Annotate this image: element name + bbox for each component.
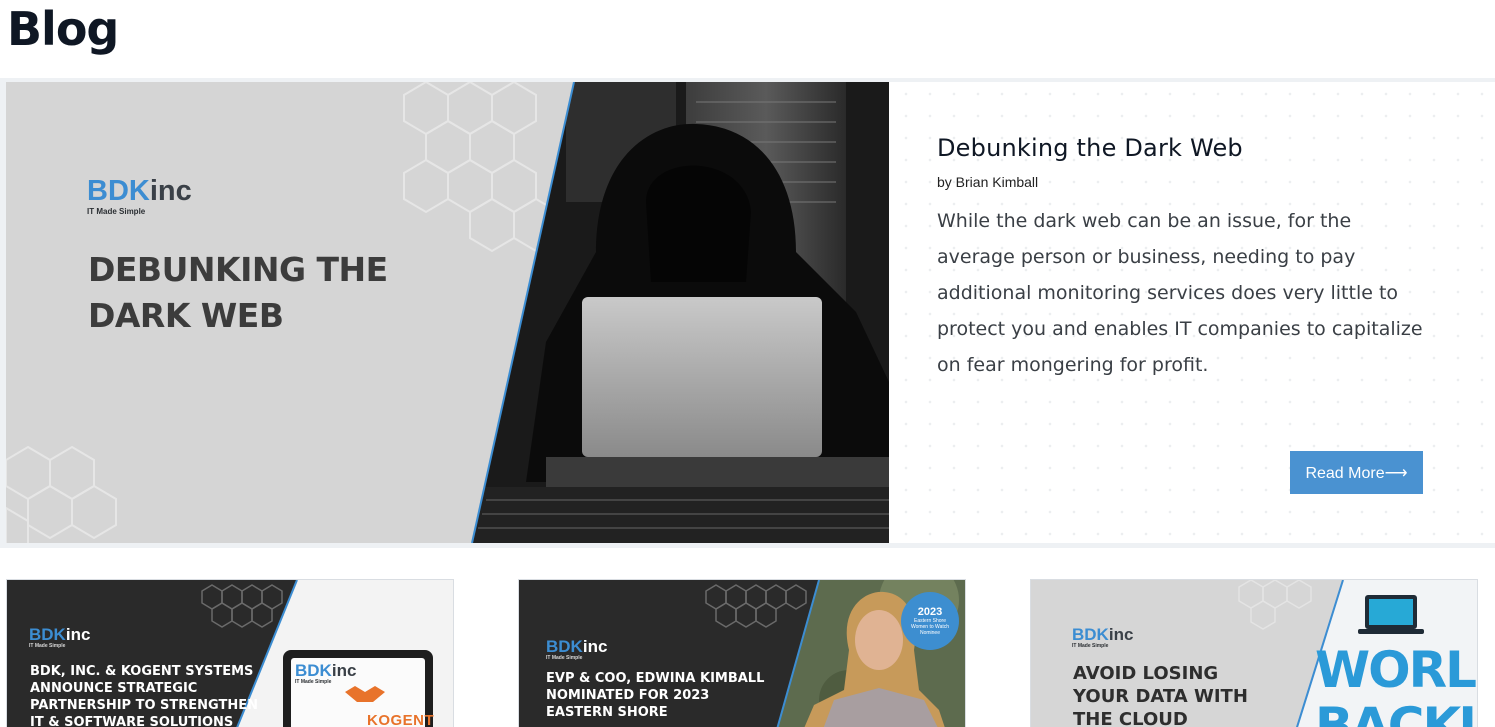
brand-inc: inc	[331, 661, 357, 680]
badge-text: Eastern Shore Women to Watch Nominee	[910, 618, 950, 636]
card-headline: EVP & COO, EDWINA KIMBALL NOMINATED FOR …	[546, 671, 765, 720]
brand-inc: inc	[582, 637, 608, 656]
featured-post: BDKinc IT Made Simple DEBUNKING THE DARK…	[6, 82, 1495, 543]
badge-year: 2023	[917, 606, 943, 618]
brand-tagline: IT Made Simple	[295, 679, 332, 685]
post-card-edwina-kimball[interactable]: BDKinc IT Made Simple EVP & COO, EDWINA …	[518, 579, 966, 727]
brand-bdk: BDK	[1072, 625, 1109, 644]
post-title-link[interactable]: Debunking the Dark Web	[937, 134, 1437, 162]
read-more-button[interactable]: Read More⟶	[1290, 451, 1423, 494]
featured-post-text: Debunking the Dark Web by Brian Kimball …	[937, 134, 1437, 383]
page-title: Blog	[7, 2, 119, 56]
post-card-world-backup[interactable]: BDKinc IT Made Simple AVOID LOSING YOUR …	[1030, 579, 1478, 727]
hooded-figure-laptop-photo	[471, 82, 889, 543]
award-badge: 2023 Eastern Shore Women to Watch Nomine…	[901, 592, 959, 650]
brand-tagline: IT Made Simple	[546, 655, 583, 661]
card-brand-logo: BDKinc IT Made Simple	[546, 638, 607, 661]
card-headline: AVOID LOSING YOUR DATA WITH THE CLOUD	[1073, 663, 1248, 727]
card-brand-logo: BDKinc IT Made Simple	[1072, 626, 1133, 649]
brand-inc: inc	[65, 625, 91, 644]
brand-inc: inc	[1108, 625, 1134, 644]
brand-tagline: IT Made Simple	[1072, 643, 1109, 649]
card-brand-logo: BDKinc IT Made Simple	[29, 626, 90, 649]
card-headline: BDK, INC. & KOGENT SYSTEMS ANNOUNCE STRA…	[30, 664, 258, 727]
brand-tagline: IT Made Simple	[29, 643, 66, 649]
brand-bdk: BDK	[295, 661, 332, 680]
featured-post-image[interactable]: BDKinc IT Made Simple DEBUNKING THE DARK…	[6, 82, 889, 543]
post-excerpt: While the dark web can be an issue, for …	[937, 210, 1423, 376]
kogent-logo: KOGENT	[367, 712, 435, 727]
post-byline: by Brian Kimball	[937, 174, 1039, 190]
post-card-kogent[interactable]: BDKinc IT Made Simple BDK, INC. & KOGENT…	[6, 579, 454, 727]
brand-bdk: BDK	[546, 637, 583, 656]
tablet-brand-logo: BDKinc IT Made Simple	[295, 662, 356, 685]
world-backup-graphic-text: WORLD BACKUP	[1315, 641, 1477, 727]
brand-bdk: BDK	[29, 625, 66, 644]
